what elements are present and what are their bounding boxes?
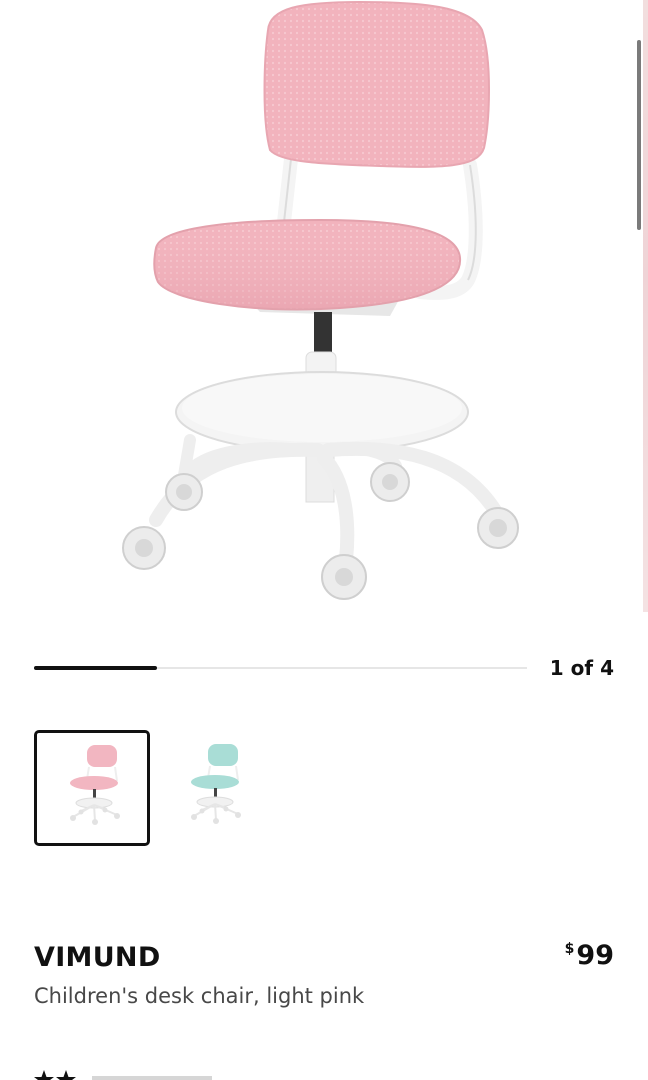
- rating-row[interactable]: [34, 1070, 234, 1080]
- image-counter: 1 of 4: [549, 656, 614, 680]
- thumbnail-image: [191, 744, 241, 824]
- star-icon: [34, 1070, 212, 1080]
- gallery-progress-fill: [34, 666, 158, 670]
- product-image-gallery[interactable]: [0, 0, 648, 612]
- thumbnail-turquoise[interactable]: [154, 730, 270, 846]
- product-price: $99: [565, 940, 614, 971]
- product-description: Children's desk chair, light pink: [34, 984, 365, 1008]
- thumbnail-image: [70, 745, 120, 825]
- next-image-peek[interactable]: [643, 0, 648, 612]
- variant-thumbnails: [34, 730, 270, 846]
- price-currency: $: [564, 941, 575, 957]
- gallery-progress-bar: [34, 666, 527, 670]
- thumbnail-light-pink[interactable]: [34, 730, 150, 846]
- product-image[interactable]: [0, 0, 640, 612]
- scrollbar[interactable]: [637, 40, 641, 230]
- product-name: VIMUND: [34, 942, 161, 973]
- price-amount: 99: [576, 940, 614, 971]
